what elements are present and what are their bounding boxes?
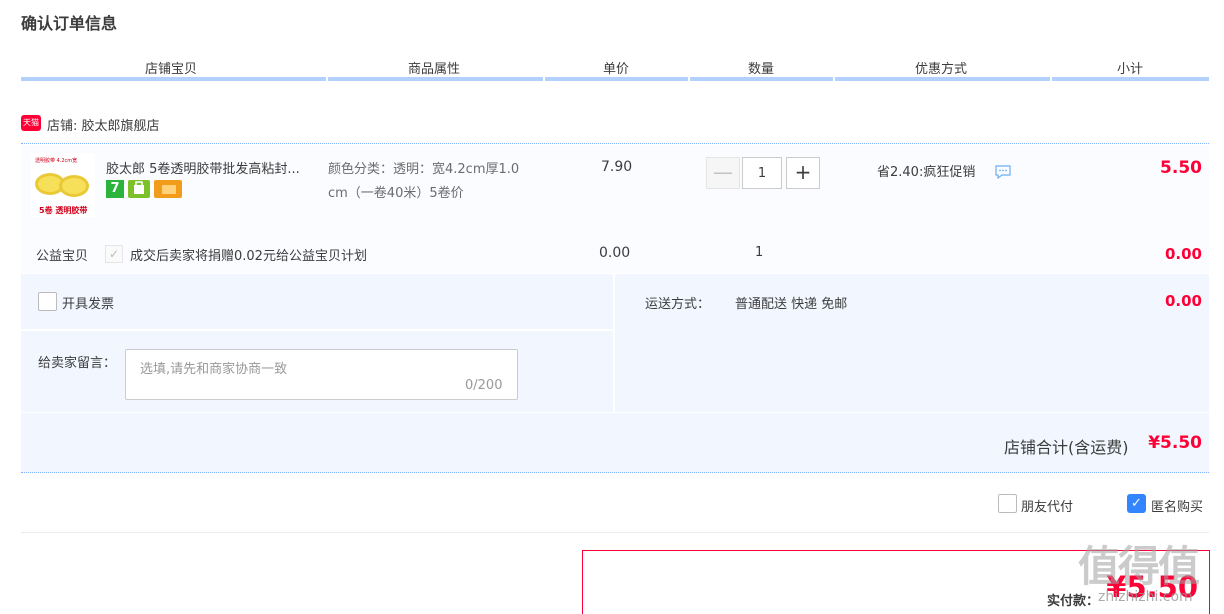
item-subtotal: 5.50 — [1160, 158, 1202, 178]
sku-line: 颜色分类：透明：宽4.2cm厚1.0 — [328, 162, 520, 177]
watermark-url: zhizhizhi.com — [1098, 589, 1193, 605]
product-thumbnail[interactable]: 透明胶带 4.2cm宽 5卷 透明胶带 — [31, 153, 95, 217]
divider — [21, 143, 1209, 144]
thumbnail-caption: 透明胶带 4.2cm宽 — [35, 158, 78, 164]
column-header-store-item: 店铺宝贝 — [145, 62, 198, 77]
header-underline — [328, 77, 543, 81]
product-attributes: 颜色分类：透明：宽4.2cm厚1.0 cm（一卷40米）5卷价 — [328, 158, 568, 206]
seven-day-return-icon[interactable]: 7 — [106, 180, 124, 198]
invoice-checkbox[interactable] — [38, 292, 57, 311]
header-underline — [1052, 77, 1209, 81]
column-header-subtotal: 小计 — [1117, 62, 1144, 77]
quantity-increase-button[interactable]: + — [786, 157, 820, 189]
anonymous-purchase-checkbox[interactable]: ✓ — [1127, 494, 1146, 513]
anonymous-purchase-label[interactable]: 匿名购买 — [1151, 496, 1203, 515]
charity-subtotal: 0.00 — [1164, 245, 1202, 263]
seller-message-placeholder: 选填,请先和商家协商一致 — [140, 362, 288, 377]
divider — [21, 329, 613, 331]
tmall-icon: 天猫 — [21, 115, 41, 131]
invoice-label[interactable]: 开具发票 — [62, 293, 114, 312]
credit-card-icon[interactable] — [154, 180, 182, 198]
column-header-quantity: 数量 — [748, 62, 775, 77]
seller-message-label: 给卖家留言： — [38, 356, 117, 371]
shipping-method-label: 运送方式： — [645, 297, 711, 312]
friend-pay-label[interactable]: 朋友代付 — [1021, 496, 1073, 515]
shipping-fee: 0.00 — [1164, 292, 1202, 310]
charity-quantity: 1 — [755, 245, 764, 260]
watermark-logo: 值得值 — [1078, 542, 1200, 591]
charity-label: 公益宝贝 — [36, 249, 89, 264]
chat-bubble-icon[interactable] — [995, 165, 1011, 180]
service-guarantee-icon[interactable] — [128, 180, 150, 198]
sku-line: cm（一卷40米）5卷价 — [328, 186, 464, 201]
tape-roll-image — [59, 175, 89, 197]
column-header-unit-price: 单价 — [603, 62, 630, 77]
header-underline — [690, 77, 833, 81]
divider — [613, 274, 615, 412]
column-header-attributes: 商品属性 — [408, 62, 461, 77]
charity-checkbox: ✓ — [105, 245, 123, 263]
divider — [21, 532, 1209, 533]
store-total-label: 店铺合计(含运费) — [1004, 438, 1129, 457]
header-underline — [545, 77, 688, 81]
charity-price: 0.00 — [599, 245, 631, 261]
character-counter: 0/200 — [465, 378, 503, 393]
page-title: 确认订单信息 — [21, 14, 118, 33]
quantity-input[interactable] — [742, 157, 782, 189]
charity-description: 成交后卖家将捐赠0.02元给公益宝贝计划 — [130, 249, 367, 264]
column-header-discount: 优惠方式 — [915, 62, 968, 77]
store-name-link[interactable]: 店铺: 胶太郎旗舰店 — [47, 115, 160, 134]
promotion-text: 省2.40:疯狂促销 — [877, 165, 976, 180]
unit-price: 7.90 — [601, 159, 633, 175]
header-underline — [835, 77, 1050, 81]
header-underline — [21, 77, 326, 81]
product-title-link[interactable]: 胶太郎 5卷透明胶带批发高粘封... — [106, 158, 300, 177]
store-total-value: ¥5.50 — [1148, 433, 1202, 453]
quantity-decrease-button[interactable]: — — [706, 157, 740, 189]
thumbnail-caption: 5卷 透明胶带 — [39, 206, 88, 215]
friend-pay-checkbox[interactable] — [998, 494, 1017, 513]
shipping-method-value: 普通配送 快递 免邮 — [735, 297, 848, 312]
